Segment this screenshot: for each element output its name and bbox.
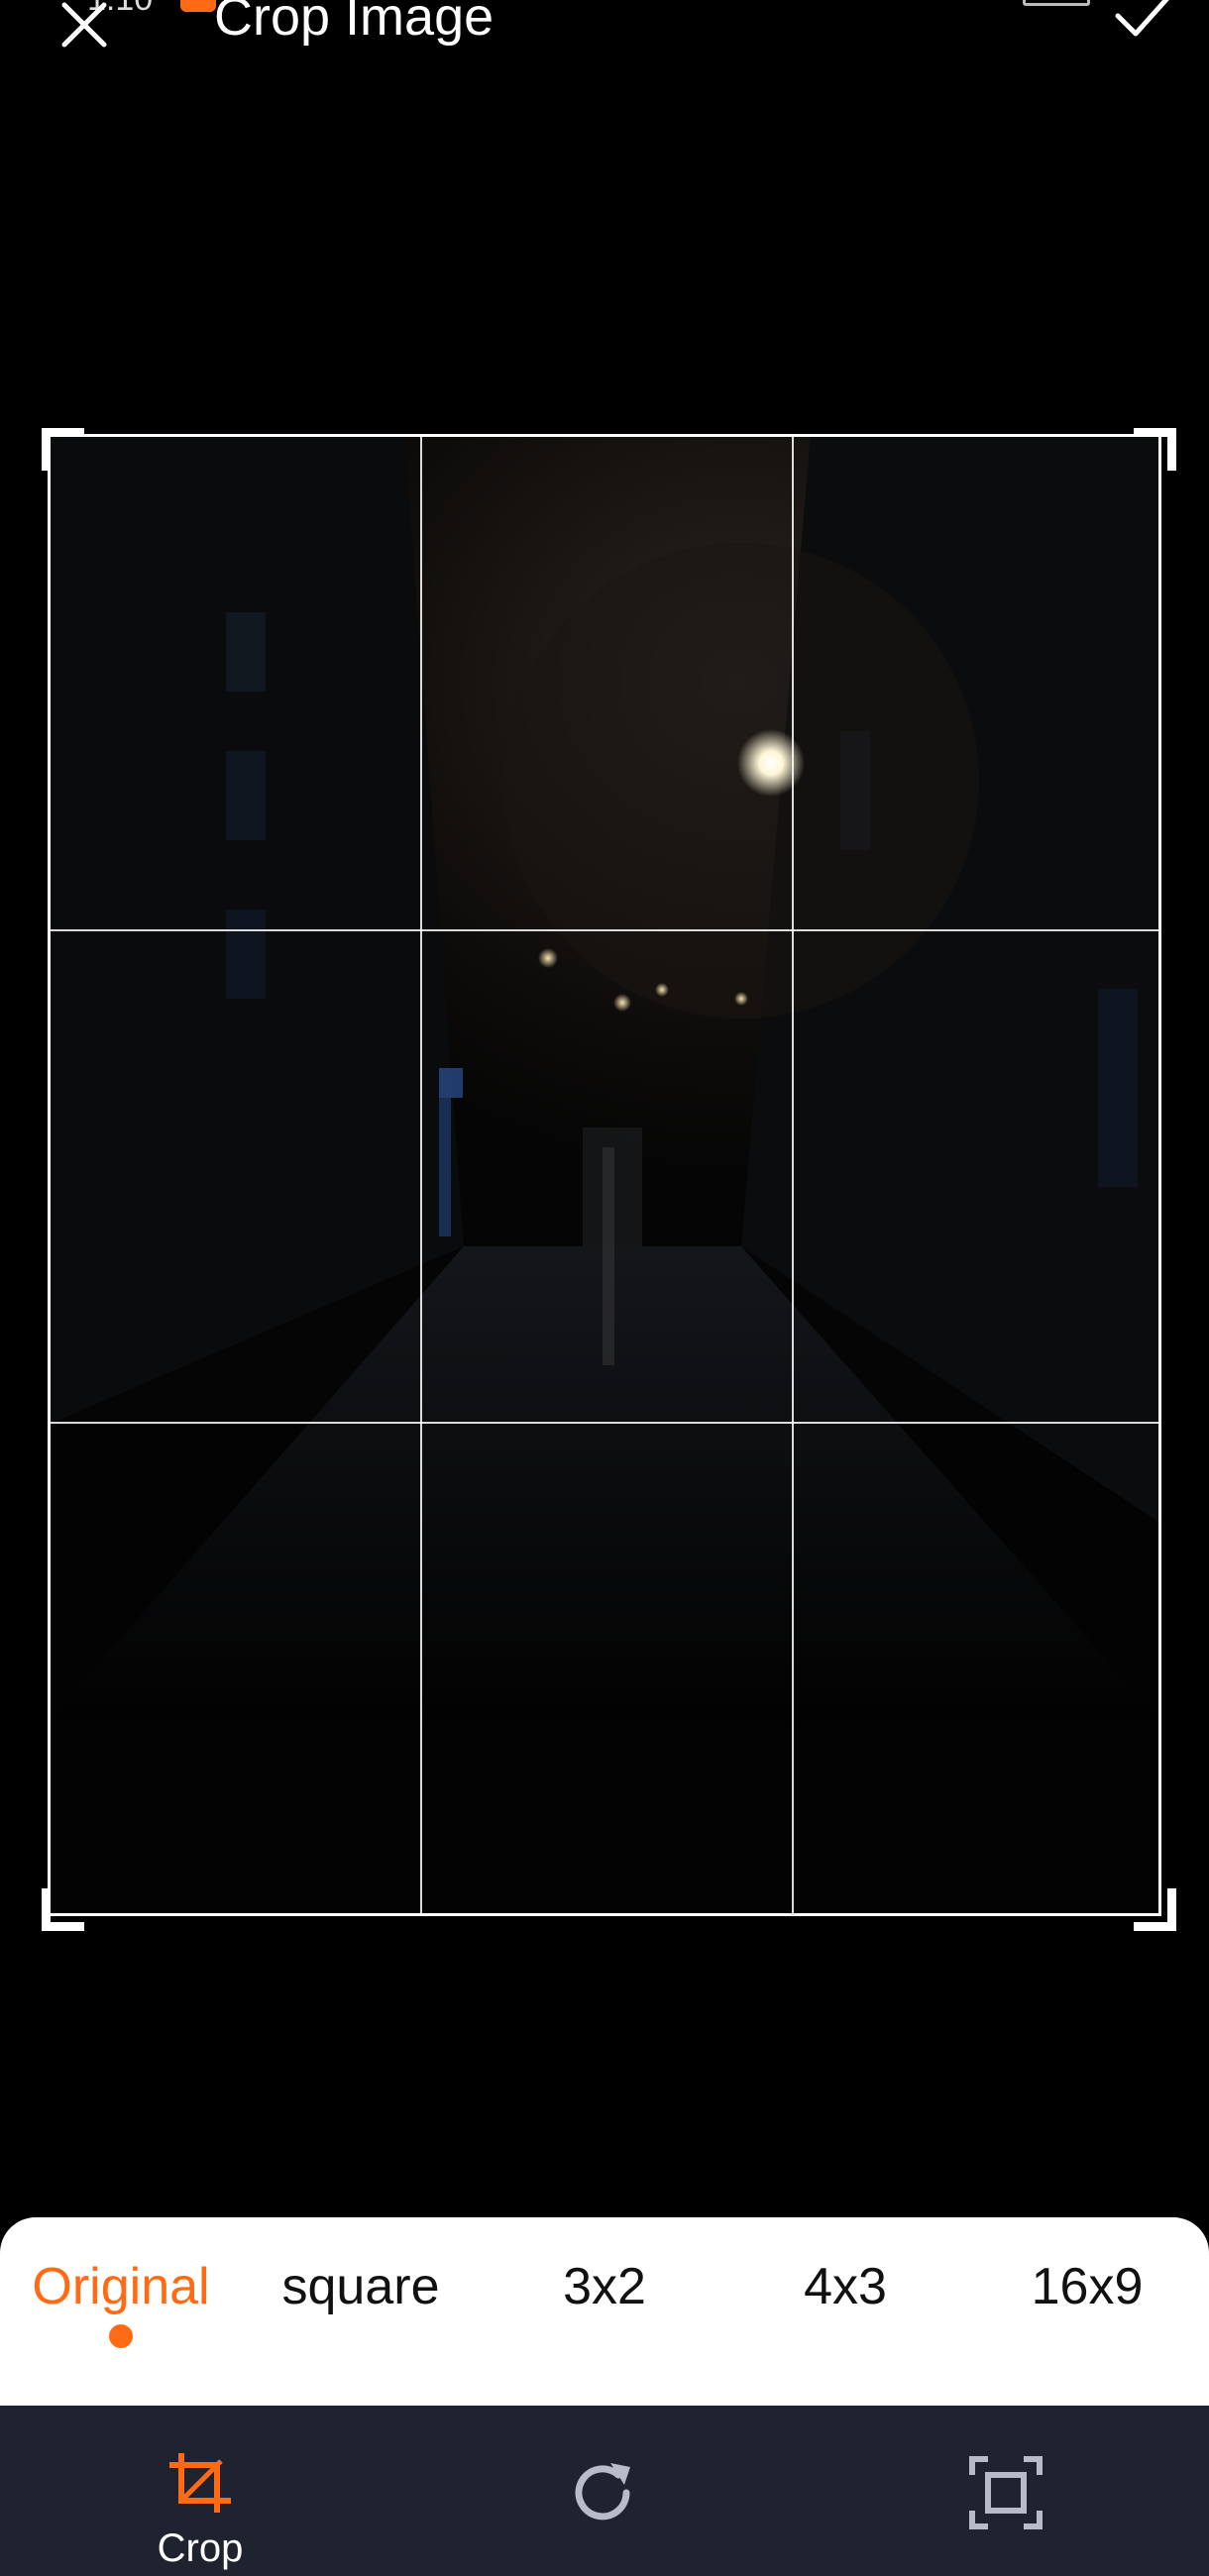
close-button[interactable] <box>40 0 129 69</box>
rotate-button[interactable] <box>505 2406 704 2576</box>
crop-handle-bottom-right[interactable] <box>1134 1888 1176 1931</box>
top-bar: 1:10 Crop Image <box>0 0 1209 109</box>
selected-indicator <box>109 2324 133 2348</box>
fit-screen-button[interactable] <box>907 2406 1105 2576</box>
crop-handle-top-right[interactable] <box>1134 428 1176 471</box>
ratio-16x9[interactable]: 16x9 <box>1032 2257 1144 2316</box>
confirm-button[interactable] <box>1098 0 1187 59</box>
crop-frame[interactable] <box>48 434 1161 1916</box>
ratio-3x2[interactable]: 3x2 <box>563 2257 646 2316</box>
battery-icon <box>1023 0 1090 6</box>
aspect-ratio-panel: Original square 3x2 4x3 16x9 <box>0 2217 1209 2406</box>
crop-tool-button[interactable]: Crop <box>101 2406 299 2576</box>
grid-line <box>51 929 1158 931</box>
fit-screen-icon <box>969 2456 1043 2529</box>
grid-line <box>792 437 794 1913</box>
ratio-square[interactable]: square <box>282 2257 440 2316</box>
grid-line <box>51 1422 1158 1424</box>
bottom-toolbar: Crop <box>0 2406 1209 2576</box>
page-title: Crop Image <box>214 0 495 47</box>
check-icon <box>1115 0 1169 37</box>
ratio-original[interactable]: Original <box>32 2257 209 2316</box>
crop-handle-bottom-left[interactable] <box>42 1888 84 1931</box>
status-icons <box>823 0 1090 16</box>
ratio-4x3[interactable]: 4x3 <box>804 2257 887 2316</box>
close-icon <box>61 2 107 48</box>
rotate-icon <box>575 2463 630 2521</box>
notification-badge <box>180 0 216 12</box>
grid-line <box>420 437 422 1913</box>
crop-handle-top-left[interactable] <box>42 428 84 471</box>
crop-icon <box>169 2453 231 2513</box>
crop-tool-label: Crop <box>157 2526 244 2570</box>
